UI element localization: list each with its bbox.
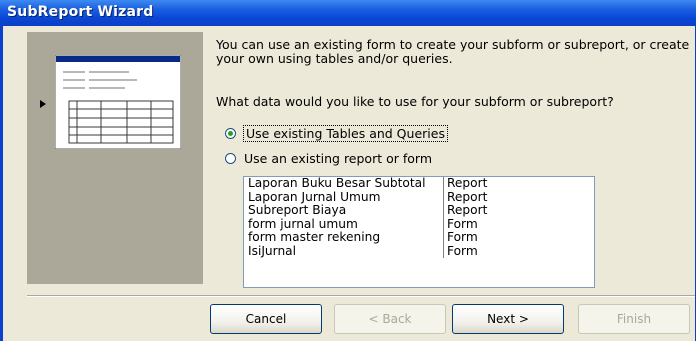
list-item[interactable]: form master rekening Form bbox=[244, 230, 594, 245]
list-item-type: Form bbox=[447, 216, 478, 231]
next-button[interactable]: Next > bbox=[452, 304, 564, 334]
form-preview-icon bbox=[55, 55, 181, 149]
object-listbox[interactable]: Laporan Buku Besar Subtotal Report Lapor… bbox=[243, 176, 595, 288]
finish-button[interactable]: Finish bbox=[578, 304, 690, 334]
back-button[interactable]: < Back bbox=[334, 304, 446, 334]
list-item-type: Form bbox=[447, 230, 478, 244]
list-item[interactable]: IsiJurnal Form bbox=[244, 243, 594, 258]
list-item-type: Report bbox=[447, 203, 488, 217]
list-item[interactable]: Laporan Jurnal Umum Report bbox=[244, 189, 594, 204]
option-existing-report-form[interactable]: Use an existing report or form bbox=[225, 150, 432, 166]
list-item-name: form jurnal umum bbox=[244, 217, 444, 231]
window-title: SubReport Wizard bbox=[7, 4, 154, 20]
cancel-button[interactable]: Cancel bbox=[210, 304, 322, 334]
list-item-name: IsiJurnal bbox=[244, 244, 444, 258]
radio-selected-icon[interactable] bbox=[225, 127, 236, 139]
list-item-name: Laporan Jurnal Umum bbox=[244, 190, 444, 204]
list-item-name: form master rekening bbox=[244, 231, 444, 245]
list-item-name: Subreport Biaya bbox=[244, 204, 444, 218]
list-item[interactable]: form jurnal umum Form bbox=[244, 216, 594, 231]
intro-text: You can use an existing form to create y… bbox=[216, 37, 690, 66]
data-source-question: What data would you like to use for your… bbox=[216, 94, 614, 109]
title-bar[interactable]: SubReport Wizard bbox=[0, 0, 696, 26]
list-item-type: Report bbox=[447, 189, 488, 204]
list-item[interactable]: Laporan Buku Besar Subtotal Report bbox=[244, 176, 594, 191]
subreport-wizard-window: SubReport Wizard You can use an existing… bbox=[0, 0, 696, 341]
option-label: Use existing Tables and Queries bbox=[243, 124, 448, 142]
option-existing-tables-queries[interactable]: Use existing Tables and Queries bbox=[225, 124, 448, 142]
list-item-type: Report bbox=[447, 176, 488, 190]
option-label: Use an existing report or form bbox=[244, 150, 432, 166]
list-item-type: Form bbox=[447, 243, 478, 258]
record-pointer-icon bbox=[40, 100, 46, 108]
radio-unselected-icon[interactable] bbox=[225, 152, 236, 164]
list-item[interactable]: Subreport Biaya Report bbox=[244, 203, 594, 218]
button-separator bbox=[27, 295, 695, 297]
list-item-name: Laporan Buku Besar Subtotal bbox=[244, 177, 444, 191]
wizard-illustration-panel bbox=[27, 32, 203, 284]
